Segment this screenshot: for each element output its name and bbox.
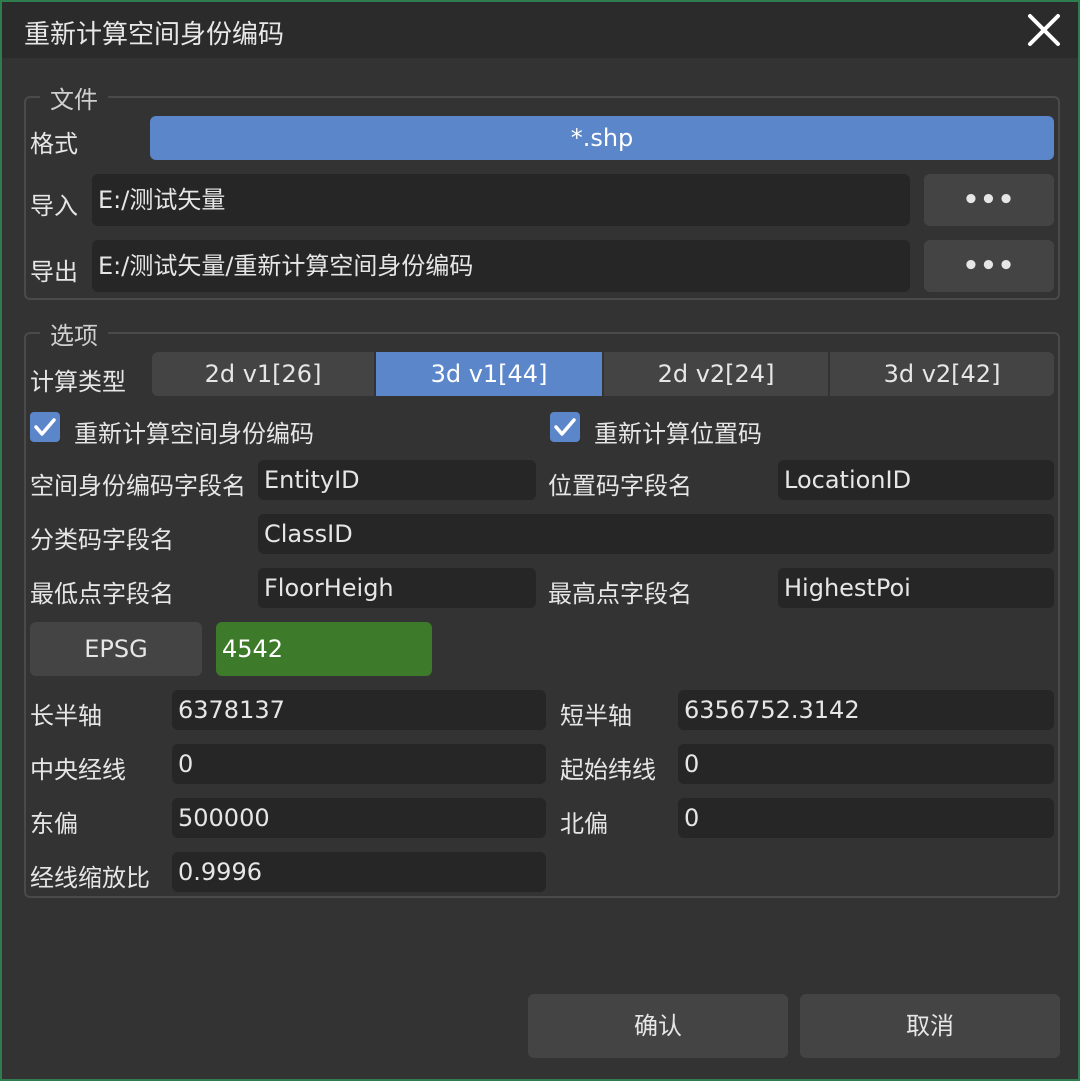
import-path-field[interactable]: E:/测试矢量 (92, 174, 910, 226)
recalc-entity-checkbox[interactable] (30, 412, 60, 442)
central-meridian-label: 中央经线 (30, 756, 126, 784)
location-field-label: 位置码字段名 (548, 472, 692, 500)
false-easting-label: 东偏 (30, 810, 78, 838)
semi-minor-input[interactable]: 6356752.3142 (678, 690, 1054, 730)
format-label: 格式 (30, 130, 78, 158)
highest-field-label: 最高点字段名 (548, 580, 692, 608)
export-label: 导出 (30, 258, 78, 286)
dialog-title: 重新计算空间身份编码 (24, 20, 285, 50)
start-latitude-label: 起始纬线 (560, 756, 656, 784)
file-group-legend: 文件 (40, 80, 108, 115)
calc-type-3d-v2[interactable]: 3d v2[42] (830, 352, 1054, 396)
dialog-window: 重新计算空间身份编码 文件 格式 *.shp 导入 E:/测试矢量 ••• 导出… (2, 2, 1078, 1079)
entity-field-input[interactable]: EntityID (258, 460, 536, 500)
import-label: 导入 (30, 192, 78, 220)
epsg-code-field[interactable]: 4542 (216, 622, 432, 676)
format-select[interactable]: *.shp (150, 116, 1054, 160)
epsg-button[interactable]: EPSG (30, 622, 202, 676)
export-browse-button[interactable]: ••• (924, 240, 1054, 292)
calc-type-label: 计算类型 (30, 368, 126, 396)
recalc-location-checkbox[interactable] (550, 412, 580, 442)
start-latitude-input[interactable]: 0 (678, 744, 1054, 784)
false-northing-input[interactable]: 0 (678, 798, 1054, 838)
semi-major-label: 长半轴 (30, 702, 102, 730)
highest-field-input[interactable]: HighestPoi (778, 568, 1054, 608)
import-browse-button[interactable]: ••• (924, 174, 1054, 226)
options-group-legend: 选项 (40, 316, 108, 351)
central-meridian-input[interactable]: 0 (172, 744, 546, 784)
scale-factor-input[interactable]: 0.9996 (172, 852, 546, 892)
cancel-button[interactable]: 取消 (800, 994, 1060, 1058)
scale-factor-label: 经线缩放比 (30, 864, 150, 892)
calc-type-2d-v1[interactable]: 2d v1[26] (152, 352, 374, 396)
check-icon (34, 418, 56, 436)
entity-field-label: 空间身份编码字段名 (30, 472, 246, 500)
recalc-entity-label[interactable]: 重新计算空间身份编码 (74, 414, 314, 449)
recalc-location-label[interactable]: 重新计算位置码 (594, 414, 762, 449)
title-bar: 重新计算空间身份编码 (2, 2, 1078, 58)
false-northing-label: 北偏 (560, 810, 608, 838)
class-field-input[interactable]: ClassID (258, 514, 1054, 554)
calc-type-3d-v1[interactable]: 3d v1[44] (376, 352, 602, 396)
calc-type-2d-v2[interactable]: 2d v2[24] (604, 352, 828, 396)
location-field-input[interactable]: LocationID (778, 460, 1054, 500)
false-easting-input[interactable]: 500000 (172, 798, 546, 838)
class-field-label: 分类码字段名 (30, 526, 174, 554)
export-path-field[interactable]: E:/测试矢量/重新计算空间身份编码 (92, 240, 910, 292)
semi-minor-label: 短半轴 (560, 702, 632, 730)
close-button[interactable] (1024, 10, 1064, 50)
semi-major-input[interactable]: 6378137 (172, 690, 546, 730)
check-icon (554, 418, 576, 436)
confirm-button[interactable]: 确认 (528, 994, 788, 1058)
close-icon (1028, 14, 1060, 46)
lowest-field-label: 最低点字段名 (30, 580, 174, 608)
lowest-field-input[interactable]: FloorHeigh (258, 568, 536, 608)
